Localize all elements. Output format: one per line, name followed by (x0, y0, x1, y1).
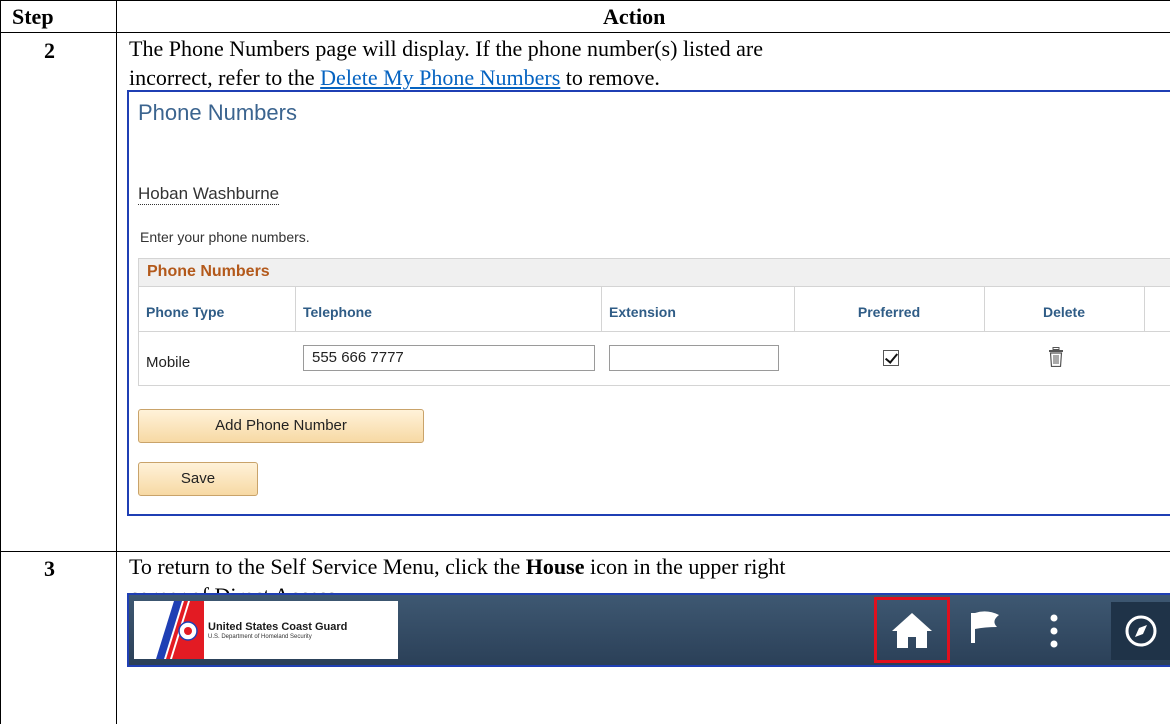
flag-icon[interactable] (967, 607, 1007, 651)
trash-icon[interactable] (1049, 347, 1063, 367)
column-header-preferred: Preferred (857, 304, 921, 320)
extension-input[interactable] (609, 345, 779, 371)
add-phone-number-button[interactable]: Add Phone Number (138, 409, 424, 443)
column-separator (295, 287, 296, 331)
header-row-divider (139, 331, 1170, 332)
person-name[interactable]: Hoban Washburne (138, 184, 280, 205)
home-icon-highlight (874, 597, 950, 663)
column-separator (1144, 287, 1145, 331)
compass-icon (1125, 615, 1157, 647)
table-header-divider (0, 32, 1170, 33)
more-vertical-icon[interactable] (1046, 613, 1062, 649)
uscg-logo-box: United States Coast Guard U.S. Departmen… (134, 601, 398, 659)
grid-title: Phone Numbers (147, 263, 270, 280)
direct-access-banner: United States Coast Guard U.S. Departmen… (127, 593, 1170, 667)
column-separator (984, 287, 985, 331)
delete-phone-numbers-link[interactable]: Delete My Phone Numbers (320, 65, 560, 90)
compass-button[interactable] (1111, 602, 1170, 660)
org-name: United States Coast Guard (208, 621, 348, 633)
column-header-extension: Extension (609, 304, 676, 320)
page-title: Phone Numbers (138, 100, 297, 125)
telephone-input[interactable]: 555 666 7777 (303, 345, 595, 371)
column-header-telephone: Telephone (303, 304, 372, 320)
step-number-3: 3 (44, 556, 55, 581)
save-button[interactable]: Save (138, 462, 258, 496)
column-separator (794, 287, 795, 331)
house-keyword: House (525, 554, 585, 579)
step-3-text-line-1: To return to the Self Service Menu, clic… (129, 554, 786, 579)
column-separator (601, 287, 602, 331)
step-number-2: 2 (44, 38, 55, 63)
grid-title-bar: Phone Numbers (139, 259, 1170, 287)
instructions-text: Enter your phone numbers. (140, 229, 310, 245)
table-column-divider (116, 0, 117, 724)
column-header-phone-type: Phone Type (146, 304, 225, 320)
column-header-delete: Delete (1042, 304, 1086, 320)
phone-numbers-grid: Phone Numbers Phone Type Telephone Exten… (138, 258, 1170, 386)
procedure-document: Step Action 2 The Phone Numbers page wil… (0, 0, 1170, 724)
table-border-top (0, 0, 1170, 1)
preferred-checkbox[interactable] (883, 350, 899, 366)
phone-numbers-screenshot: Phone Numbers Hoban Washburne Enter your… (127, 90, 1170, 516)
table-border-left (0, 0, 1, 724)
uscg-stripe-logo (156, 601, 204, 659)
step-2-text-line-2: incorrect, refer to the Delete My Phone … (129, 65, 660, 90)
header-step: Step (12, 4, 54, 29)
cell-phone-type: Mobile (146, 354, 191, 371)
org-sub: U.S. Department of Homeland Security (208, 634, 312, 640)
step-2-text-line-1: The Phone Numbers page will display. If … (129, 36, 763, 61)
header-action: Action (603, 4, 666, 29)
